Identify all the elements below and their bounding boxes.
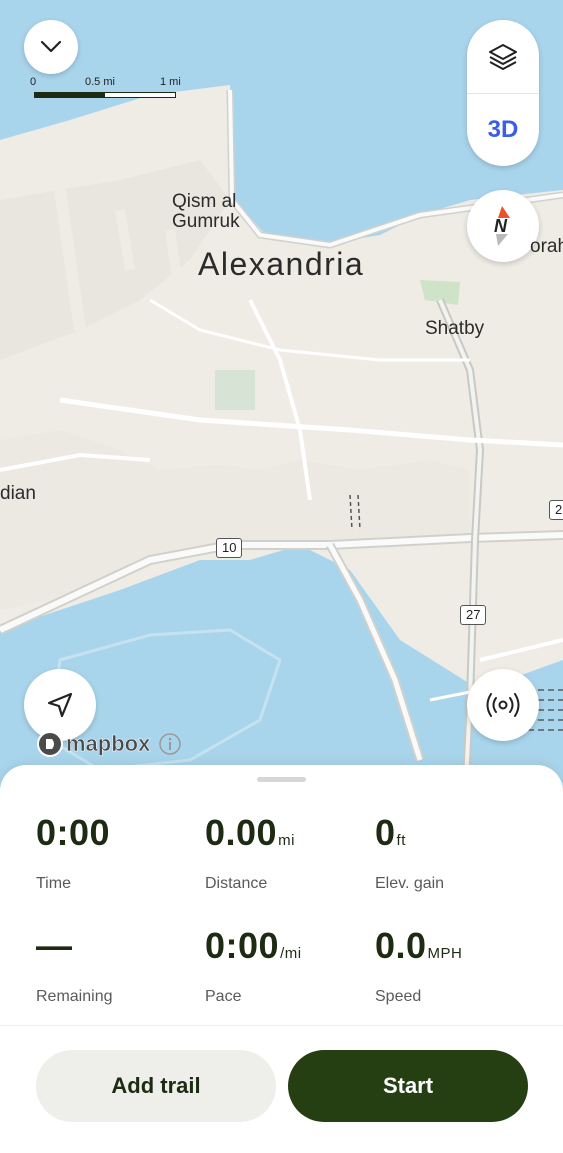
stat-elevation-unit: ft bbox=[396, 832, 406, 849]
sheet-divider bbox=[0, 1025, 563, 1026]
mapbox-attribution[interactable]: mapbox bbox=[36, 730, 182, 758]
mapbox-logo-icon bbox=[37, 731, 63, 757]
map-label-district: Qism al Gumruk bbox=[172, 192, 240, 232]
scale-start: 0 bbox=[30, 76, 37, 88]
stat-speed-unit: MPH bbox=[427, 945, 463, 962]
map-view[interactable]: 0 0.5 mi 1 mi 3D N Qism al Gumruk Alexan… bbox=[0, 0, 563, 801]
map-label-west: dian bbox=[0, 483, 36, 504]
broadcast-button[interactable] bbox=[467, 669, 539, 741]
stat-pace-value: 0:00 bbox=[205, 925, 280, 966]
road-shield-27: 27 bbox=[460, 605, 487, 625]
map-layers-control: 3D bbox=[467, 20, 539, 166]
stat-speed: 0.0MPH Speed bbox=[375, 926, 462, 1006]
map-label-shatby: Shatby bbox=[425, 318, 485, 339]
navigation-arrow-icon bbox=[47, 692, 73, 718]
stat-pace: 0:00/mi Pace bbox=[205, 926, 302, 1006]
start-button[interactable]: Start bbox=[288, 1050, 528, 1122]
info-icon[interactable] bbox=[158, 732, 182, 756]
scale-bar-light bbox=[104, 92, 176, 98]
stat-remaining-value: — bbox=[36, 925, 73, 966]
map-label-district-line1: Qism al bbox=[172, 191, 237, 212]
scale-bar-dark bbox=[34, 92, 106, 98]
stat-distance: 0.00mi Distance bbox=[205, 813, 295, 893]
road-shield-10: 10 bbox=[216, 538, 243, 558]
map-label-partial: orah bbox=[530, 236, 563, 257]
collapse-button[interactable] bbox=[24, 20, 78, 74]
scale-mid: 0.5 mi bbox=[85, 76, 115, 88]
stat-time-value: 0:00 bbox=[36, 812, 111, 853]
stat-time: 0:00 Time bbox=[36, 813, 111, 893]
layers-button[interactable] bbox=[467, 20, 539, 94]
stat-distance-unit: mi bbox=[278, 832, 295, 849]
add-trail-button[interactable]: Add trail bbox=[36, 1050, 276, 1122]
svg-text:N: N bbox=[494, 216, 508, 236]
recording-sheet: 0:00 Time 0.00mi Distance 0ft Elev. gain… bbox=[0, 765, 563, 1153]
stat-remaining-label: Remaining bbox=[36, 988, 113, 1005]
scale-end: 1 mi bbox=[160, 76, 181, 88]
sheet-handle[interactable] bbox=[257, 777, 306, 782]
compass-icon: N bbox=[494, 206, 510, 246]
layers-icon bbox=[489, 43, 517, 70]
stat-pace-label: Pace bbox=[205, 988, 242, 1005]
stat-pace-unit: /mi bbox=[280, 945, 302, 962]
3d-toggle-button[interactable]: 3D bbox=[467, 94, 539, 166]
stat-elevation-label: Elev. gain bbox=[375, 875, 445, 892]
mapbox-wordmark: mapbox bbox=[66, 731, 151, 757]
road-shield-2: 2 bbox=[549, 500, 563, 520]
map-label-city: Alexandria bbox=[198, 246, 365, 282]
chevron-down-icon bbox=[40, 40, 62, 53]
compass-button[interactable]: N bbox=[467, 190, 539, 262]
stat-distance-label: Distance bbox=[205, 875, 268, 892]
map-label-district-line2: Gumruk bbox=[172, 211, 240, 232]
stat-distance-value: 0.00 bbox=[205, 812, 278, 853]
broadcast-icon bbox=[486, 693, 520, 717]
stat-elevation-value: 0 bbox=[375, 812, 396, 853]
stat-speed-label: Speed bbox=[375, 988, 422, 1005]
stat-elevation: 0ft Elev. gain bbox=[375, 813, 444, 893]
stat-time-label: Time bbox=[36, 875, 71, 892]
stat-speed-value: 0.0 bbox=[375, 925, 427, 966]
stat-remaining: — Remaining bbox=[36, 926, 112, 1006]
